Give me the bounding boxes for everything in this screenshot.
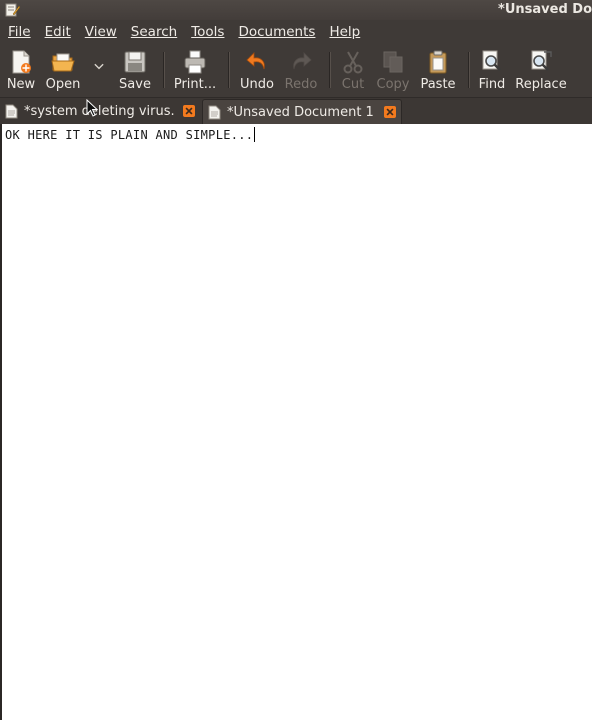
text-editor-area[interactable]: OK HERE IT IS PLAIN AND SIMPLE... xyxy=(0,124,592,720)
scissors-icon xyxy=(343,51,363,74)
menu-view[interactable]: View xyxy=(78,20,124,44)
menu-file-label: File xyxy=(8,24,31,40)
open-button-label: Open xyxy=(45,77,81,92)
tab-label: *system deleting virus. xyxy=(24,104,175,119)
save-button[interactable]: Save xyxy=(117,49,153,95)
save-button-label: Save xyxy=(119,77,151,92)
menu-bar: File Edit View Search Tools Documents He… xyxy=(0,20,592,44)
menu-help[interactable]: Help xyxy=(322,20,367,44)
toolbar-separator xyxy=(163,52,164,88)
editor-line[interactable]: OK HERE IT IS PLAIN AND SIMPLE... xyxy=(5,127,256,142)
toolbar-separator xyxy=(228,52,229,88)
printer-icon xyxy=(184,50,206,74)
menu-tools[interactable]: Tools xyxy=(184,20,231,44)
copy-pages-icon xyxy=(383,51,403,73)
print-button[interactable]: Print... xyxy=(173,49,217,95)
tab-unsaved-document-1[interactable]: *Unsaved Document 1 xyxy=(202,99,402,124)
cut-button[interactable]: Cut xyxy=(338,49,368,95)
menu-documents[interactable]: Documents xyxy=(231,20,322,44)
tab-system-deleting-virus[interactable]: *system deleting virus. xyxy=(0,99,202,124)
paste-button-label: Paste xyxy=(420,77,456,92)
menu-view-label: View xyxy=(84,24,117,40)
paste-button[interactable]: Paste xyxy=(418,49,458,95)
clipboard-icon xyxy=(429,50,447,74)
editor-text: OK HERE IT IS PLAIN AND SIMPLE... xyxy=(5,128,254,142)
redo-button[interactable]: Redo xyxy=(283,49,319,95)
document-icon xyxy=(208,105,221,119)
replace-button-label: Replace xyxy=(515,77,567,92)
find-button[interactable]: Find xyxy=(477,49,507,95)
text-caret xyxy=(254,127,256,142)
menu-search-label: Search xyxy=(130,24,178,40)
cut-button-label: Cut xyxy=(341,77,365,92)
redo-button-label: Redo xyxy=(284,77,318,92)
menu-search[interactable]: Search xyxy=(124,20,184,44)
tab-label: *Unsaved Document 1 xyxy=(227,104,374,120)
tab-close-button[interactable] xyxy=(183,105,195,117)
undo-arrow-icon xyxy=(246,52,265,70)
new-button[interactable]: New xyxy=(5,49,37,95)
undo-button-label: Undo xyxy=(240,77,274,92)
mouse-pointer-icon xyxy=(86,99,98,117)
replace-button[interactable]: Replace xyxy=(515,49,567,95)
chevron-down-icon xyxy=(94,63,104,70)
close-icon xyxy=(386,108,394,116)
undo-button[interactable]: Undo xyxy=(238,49,276,95)
title-bar: *Unsaved Do xyxy=(0,0,592,20)
menu-documents-label: Documents xyxy=(238,24,316,40)
new-button-label: New xyxy=(6,77,36,92)
close-icon xyxy=(185,107,193,115)
new-document-icon xyxy=(12,50,31,74)
toolbar: New Open Save Print... Undo Redo Cut Cop… xyxy=(0,44,592,98)
tab-close-button[interactable] xyxy=(384,106,396,118)
print-button-label: Print... xyxy=(173,77,217,92)
menu-edit[interactable]: Edit xyxy=(38,20,78,44)
document-icon xyxy=(5,104,18,119)
copy-button-label: Copy xyxy=(376,77,410,92)
menu-file[interactable]: File xyxy=(1,20,38,44)
open-button[interactable]: Open xyxy=(45,49,81,95)
toolbar-separator xyxy=(468,52,469,88)
menu-tools-label: Tools xyxy=(191,24,225,40)
find-button-label: Find xyxy=(478,77,506,92)
find-magnifier-icon xyxy=(482,50,501,71)
menu-edit-label: Edit xyxy=(44,24,71,40)
copy-button[interactable]: Copy xyxy=(375,49,411,95)
window-title: *Unsaved Do xyxy=(498,2,592,17)
text-editor-app-icon[interactable] xyxy=(4,2,20,18)
toolbar-separator xyxy=(329,52,330,88)
find-replace-icon xyxy=(531,50,552,71)
redo-arrow-icon xyxy=(293,52,312,70)
open-folder-icon xyxy=(51,53,75,72)
menu-help-label: Help xyxy=(329,24,361,40)
save-disk-icon xyxy=(124,51,146,73)
